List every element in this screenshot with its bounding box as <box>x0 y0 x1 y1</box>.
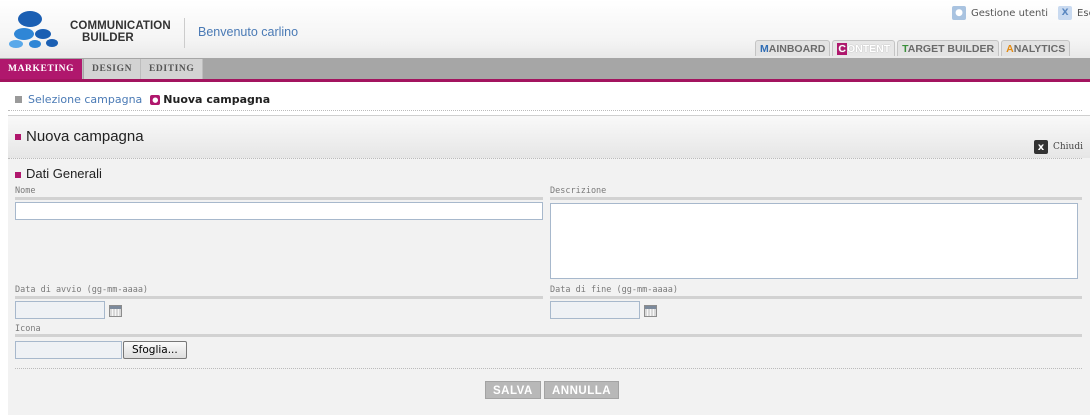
close-label: Chiudi <box>1053 142 1083 152</box>
brand-divider <box>184 18 185 48</box>
tab-analytics[interactable]: ANALYTICS <box>1001 40 1071 56</box>
description-input[interactable] <box>550 203 1078 279</box>
icon-file-input[interactable] <box>15 341 122 359</box>
logo-icon <box>9 11 58 48</box>
cancel-button[interactable]: ANNULLA <box>544 381 620 399</box>
bullet-icon <box>15 171 21 178</box>
app-tabs: MAINBOARD CONTENT TARGET BUILDER ANALYTI… <box>755 40 1072 56</box>
tab-analytics-initial: A <box>1006 43 1014 55</box>
breadcrumb-current: Nuova campagna <box>163 93 271 106</box>
close-icon: X <box>1058 6 1073 20</box>
browse-button[interactable]: Sfoglia... <box>123 341 187 359</box>
logout-link[interactable]: X Esci <box>1048 6 1090 20</box>
section-title: Dati Generali <box>15 166 102 181</box>
panel-title-text: Nuova campagna <box>26 128 144 145</box>
calendar-icon[interactable] <box>109 305 122 317</box>
end-date-rule <box>550 296 1082 299</box>
start-date-rule <box>15 296 543 299</box>
end-date-label: Data di fine (gg-mm-aaaa) <box>550 285 678 295</box>
panel-header <box>8 116 1090 158</box>
app-header: COMMUNICATION BUILDER Benvenuto carlino … <box>0 0 1090 58</box>
start-date-input[interactable] <box>15 301 105 319</box>
icon-label: Icona <box>15 324 41 334</box>
section-title-text: Dati Generali <box>26 166 102 181</box>
campaign-panel: Nuova campagna x Chiudi Dati Generali No… <box>8 115 1090 415</box>
brand-name: COMMUNICATION BUILDER <box>70 20 171 44</box>
new-item-icon: ● <box>150 94 161 105</box>
square-icon <box>15 96 22 103</box>
tab-analytics-label: NALYTICS <box>1013 43 1066 55</box>
icon-rule <box>15 334 1082 337</box>
tab-mainboard-initial: M <box>760 43 769 55</box>
logout-label: Esci <box>1077 7 1090 19</box>
start-date-label: Data di avvio (gg-mm-aaaa) <box>15 285 149 295</box>
manage-users-link[interactable]: ● Gestione utenti <box>952 6 1048 20</box>
breadcrumb: Selezione campagna ● Nuova campagna <box>15 93 270 106</box>
close-icon: x <box>1034 140 1048 154</box>
tab-target-builder-label: ARGET BUILDER <box>907 43 995 55</box>
panel-title: Nuova campagna <box>15 128 144 145</box>
tab-content[interactable]: CONTENT <box>832 40 896 56</box>
brand-line-1: COMMUNICATION <box>70 20 171 32</box>
tab-mainboard-label: AINBOARD <box>768 43 826 55</box>
save-button[interactable]: SALVA <box>485 381 541 399</box>
welcome-text: Benvenuto carlino <box>198 25 299 39</box>
subtab-editing[interactable]: EDITING <box>141 59 204 79</box>
users-icon: ● <box>952 6 966 20</box>
bullet-icon <box>15 134 21 141</box>
subnav-accent-bar <box>0 79 1090 82</box>
manage-users-label: Gestione utenti <box>971 7 1049 19</box>
end-date-input[interactable] <box>550 301 640 319</box>
description-rule <box>550 197 1082 200</box>
tab-content-initial: C <box>837 43 847 55</box>
tab-mainboard[interactable]: MAINBOARD <box>755 40 831 56</box>
close-button[interactable]: x Chiudi <box>1034 140 1083 154</box>
divider <box>8 110 1082 111</box>
calendar-icon[interactable] <box>644 305 657 317</box>
name-label: Nome <box>15 186 36 196</box>
name-input[interactable] <box>15 202 543 220</box>
subtab-design[interactable]: DESIGN <box>84 59 142 79</box>
user-links: ● Gestione utenti X Esci <box>952 6 1090 20</box>
breadcrumb-link[interactable]: Selezione campagna <box>28 93 142 106</box>
tab-target-builder[interactable]: TARGET BUILDER <box>897 40 1000 56</box>
tab-content-label: ONTENT <box>846 43 891 55</box>
brand-line-2: BUILDER <box>82 32 134 44</box>
name-rule <box>15 197 543 200</box>
form-divider <box>15 368 1082 369</box>
panel-divider <box>8 158 1082 159</box>
description-label: Descrizione <box>550 186 607 196</box>
